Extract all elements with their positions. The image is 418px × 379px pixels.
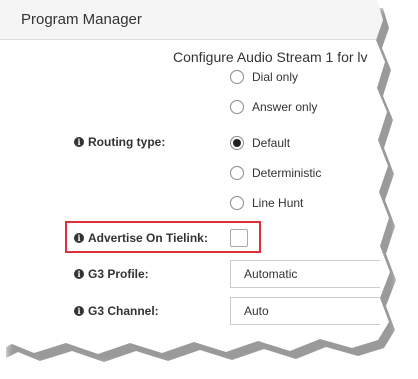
radio-button[interactable]	[230, 196, 244, 210]
info-icon[interactable]: i	[74, 233, 84, 243]
g3-profile-text: G3 Profile:	[88, 267, 149, 281]
radio-answer-only[interactable]: Answer only	[230, 98, 317, 116]
radio-routing-deterministic[interactable]: Deterministic	[230, 164, 321, 182]
advertise-on-tielink-text: Advertise On Tielink:	[88, 231, 208, 245]
radio-button[interactable]	[230, 70, 244, 84]
window-title: Program Manager	[21, 11, 142, 28]
g3-profile-select[interactable]: Automatic	[230, 260, 380, 288]
g3-profile-label: i G3 Profile:	[74, 267, 149, 281]
routing-type-text: Routing type:	[88, 135, 166, 149]
info-icon[interactable]: i	[74, 269, 84, 279]
info-icon[interactable]: i	[74, 137, 84, 147]
radio-routing-default[interactable]: Default	[230, 134, 290, 152]
dialog-subtitle: Configure Audio Stream 1 for lv	[173, 49, 368, 65]
radio-label: Deterministic	[252, 166, 322, 180]
radio-label: Answer only	[252, 100, 318, 114]
radio-button-selected[interactable]	[230, 136, 244, 150]
advertise-on-tielink-checkbox[interactable]	[230, 229, 248, 247]
radio-button[interactable]	[230, 166, 244, 180]
radio-dial-only[interactable]: Dial only	[230, 68, 298, 86]
advertise-on-tielink-label: i Advertise On Tielink:	[74, 231, 208, 245]
title-bar: Program Manager	[0, 0, 390, 40]
radio-button[interactable]	[230, 100, 244, 114]
radio-label: Default	[252, 136, 291, 150]
routing-type-label: i Routing type:	[74, 135, 165, 149]
info-icon[interactable]: i	[74, 306, 84, 316]
g3-channel-label: i G3 Channel:	[74, 304, 159, 318]
g3-channel-select[interactable]: Auto	[230, 297, 380, 325]
radio-routing-line-hunt[interactable]: Line Hunt	[230, 194, 303, 212]
radio-label: Line Hunt	[252, 196, 304, 210]
radio-label: Dial only	[252, 70, 299, 84]
program-manager-window: Program Manager Configure Audio Stream 1…	[0, 0, 390, 354]
g3-channel-text: G3 Channel:	[88, 304, 159, 318]
